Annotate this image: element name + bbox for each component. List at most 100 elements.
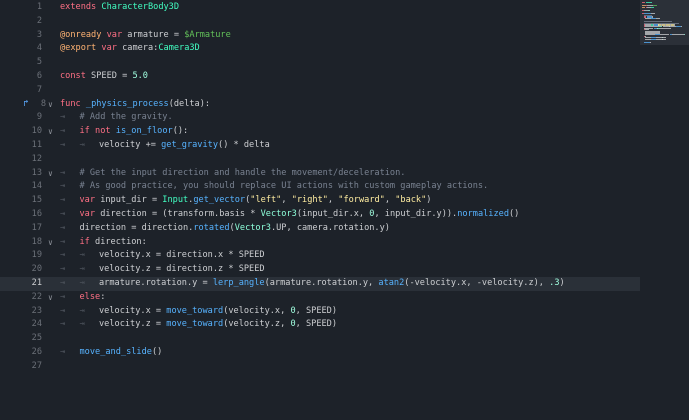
code-text: ⇥ move_and_slide() [60,346,162,360]
code-line[interactable]: 10 ∨ ⇥ if not is_on_floor(): [0,125,689,139]
minimap-line [648,10,650,12]
code-line[interactable]: 2 [0,15,689,29]
code-line[interactable]: 3 @onready var armature = $Armature [0,29,689,43]
minimap[interactable] [640,0,689,420]
code-line[interactable]: 19 ⇥ ⇥ velocity.x = direction.x * SPEED [0,249,689,263]
code-text: @export var camera:Camera3D [60,42,200,56]
line-number: 17 [31,222,42,233]
code-text: ⇥ if not is_on_floor(): [60,125,188,139]
code-token: if [79,236,90,247]
code-line[interactable]: 7 [0,84,689,98]
line-number: 9 [36,112,42,123]
code-token: SPEED = [85,71,133,81]
code-line[interactable]: 4 @export var camera:Camera3D [0,42,689,56]
code-token: else [79,291,101,302]
line-number: 23 [31,305,42,316]
code-token: Vector3 [234,222,271,233]
code-token: is_on_floor [115,126,173,137]
code-line[interactable]: 24 ⇥ ⇥ velocity.z = move_toward(velocity.z,… [0,318,689,332]
code-text: ⇥ ⇥ armature.rotation.y = lerp_angle(armat… [60,277,565,291]
line-number: 24 [31,319,42,330]
code-text: ⇥ ⇥ velocity.z = move_toward(velocity.z, 0… [60,318,337,332]
code-line[interactable]: 21 ⇥ ⇥ armature.rotation.y = lerp_angle(arm… [0,277,689,291]
code-line[interactable]: 20 ⇥ ⇥ velocity.z = direction.z * SPEED [0,263,689,277]
minimap-line [660,27,671,29]
code-line[interactable]: 25 [0,332,689,346]
tab-indent-icon: ⇥ [79,264,85,275]
code-token: .3 [549,278,560,288]
code-token: "right" [291,195,328,206]
code-line[interactable]: 13 ∨ ⇥ # Get the input direction and handle… [0,167,689,181]
tab-indent-icon: ⇥ [60,209,66,219]
line-number: 5 [36,57,42,68]
line-number: 16 [31,209,42,219]
code-line[interactable]: 11 ⇥ ⇥ velocity += get_gravity() * delta [0,139,689,153]
code-token: _physics_process [85,98,169,109]
code-line[interactable]: 16 ⇥ var direction = (transform.basis * Ve… [0,208,689,222]
line-number: 1 [36,2,42,12]
tab-indent-icon: ⇥ [60,126,66,137]
code-token: var [106,29,123,40]
code-token: , [281,195,292,206]
code-text: ⇥ direction = direction.rotated(Vector3.U… [60,222,390,236]
minimap-line [649,42,651,44]
chevron-down-icon[interactable]: ∨ [48,236,56,250]
chevron-down-icon[interactable]: ∨ [48,291,56,305]
tab-indent-icon: ⇥ [60,112,66,123]
code-token: "forward" [338,195,385,206]
code-line[interactable]: 15 ⇥ var input_dir = Input.get_vector("lef… [0,194,689,208]
minimap-line [651,13,656,15]
code-editor[interactable]: 1 extends CharacterBody3D 2 3 @onready var a… [0,0,689,420]
code-line[interactable]: ↱ 8 ∨ func _physics_process(delta): [0,98,689,112]
code-token: func [60,98,81,109]
code-text: ⇥ var direction = (transform.basis * Vect… [60,208,519,222]
line-number: 20 [31,264,42,275]
tab-indent-icon: ⇥ [60,236,66,247]
code-line[interactable]: 14 ⇥ # As good practice, you should replac… [0,180,689,194]
code-token: @export [60,43,97,54]
code-line[interactable]: 12 [0,153,689,167]
code-token: move_toward [166,319,224,330]
code-line[interactable]: 22 ∨ ⇥ else: [0,291,689,305]
code-token: , [384,195,396,206]
chevron-down-icon[interactable]: ∨ [48,98,56,112]
code-token: input_dir = [95,195,163,206]
code-line[interactable]: 27 [0,360,689,374]
code-line[interactable]: 1 extends CharacterBody3D [0,1,689,15]
code-token: var [79,209,96,219]
code-token: velocity += [99,140,162,150]
minimap-line [662,38,666,40]
code-line[interactable]: 17 ⇥ direction = direction.rotated(Vector3… [0,222,689,236]
chevron-down-icon[interactable]: ∨ [48,125,56,139]
code-text: func _physics_process(delta): [60,98,210,112]
code-line[interactable]: 5 [0,56,689,70]
code-token: var [79,195,96,206]
code-text: ⇥ var input_dir = Input.get_vector("left"… [60,194,431,208]
code-token: armature = [122,29,185,40]
chevron-down-icon[interactable]: ∨ [48,167,56,181]
code-token: # As good practice, you should replace U… [79,181,489,192]
code-text: ⇥ if direction: [60,236,147,250]
code-token: "back" [395,195,427,206]
tab-indent-icon: ⇥ [60,291,66,302]
code-line[interactable]: 6 const SPEED = 5.0 [0,70,689,84]
code-text: @onready var armature = $Armature [60,29,231,43]
code-text: ⇥ ⇥ velocity.x = move_toward(velocity.x, 0… [60,305,337,319]
code-token: direction: [89,236,147,247]
line-number: 7 [36,84,42,95]
code-token: var [101,43,117,54]
code-text: ⇥ ⇥ velocity += get_gravity() * delta [60,139,270,153]
code-token: direction = direction. [79,222,194,233]
code-token: rotated [193,222,230,233]
code-token: extends [60,2,97,12]
code-line[interactable]: 23 ⇥ ⇥ velocity.x = move_toward(velocity.x,… [0,305,689,319]
tab-indent-icon: ⇥ [79,250,85,261]
code-text: ⇥ # Get the input direction and handle th… [60,167,405,181]
code-line[interactable]: 9 ⇥ # Add the gravity. [0,111,689,125]
code-token: camera: [116,43,159,54]
tab-indent-icon: ⇥ [60,250,66,261]
code-line[interactable]: 18 ∨ ⇥ if direction: [0,236,689,250]
code-line[interactable]: 26 ⇥ move_and_slide() [0,346,689,360]
line-number: 10 [31,126,42,137]
code-token: (velocity.z, [223,319,291,330]
